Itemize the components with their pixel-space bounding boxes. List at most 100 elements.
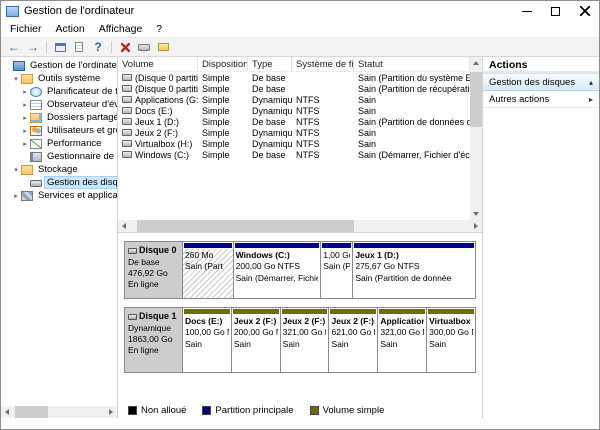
volume-icon [122,118,132,125]
actions-section-gestion-des-disques[interactable]: Gestion des disques ▴ [483,73,599,91]
table-row[interactable]: Jeux 2 (F:) Simple Dynamique NTFS Sain [118,127,470,138]
tree-horizontal-scrollbar[interactable] [1,406,117,418]
partition-block-recovery[interactable]: 1,00 Go Sain (Partitio [320,242,352,298]
disk-1-header[interactable]: Disque 1 Dynamique 1863,00 Go En ligne [125,308,183,372]
export-list-icon[interactable] [70,39,88,56]
scroll-track[interactable] [13,406,105,418]
expander-icon[interactable]: ▸ [20,101,30,109]
tree-item-label: Dossiers partagés [45,112,117,123]
legend-label: Partition principale [215,405,293,416]
tree-item-computer-management[interactable]: Gestion de l'ordinateur (local) [1,59,117,72]
menu-affichage[interactable]: Affichage [92,22,150,36]
tree-item-label: Gestion de l'ordinateur (local) [28,60,117,71]
legend-swatch-simple [310,406,319,415]
volume-disposition: Simple [198,150,248,160]
header-type[interactable]: Type [248,57,292,71]
minimize-button[interactable] [512,1,541,21]
partition-block-docs-e[interactable]: Docs (E:) 100,00 Go N Sain [183,308,231,372]
scroll-right-button[interactable] [470,220,482,232]
table-row[interactable]: Virtualbox (H:) Simple Dynamique NTFS Sa… [118,138,470,149]
scroll-down-button[interactable] [470,208,482,220]
scroll-left-button[interactable] [1,406,13,418]
disk-0-header[interactable]: Disque 0 De base 476,92 Go En ligne [125,242,183,298]
partition-size: 275,67 Go NTFS [355,261,473,272]
close-button[interactable] [570,1,599,21]
scroll-right-button[interactable] [105,406,117,418]
header-volume[interactable]: Volume [118,57,198,71]
partition-status: Sain [283,339,327,350]
scroll-track[interactable] [470,69,482,208]
tree-item-services-applications[interactable]: ▸ Services et applications [1,189,117,202]
volume-icon [122,140,132,147]
partition-block-jeux2-f-2[interactable]: Jeux 2 (F:) 321,00 Go N Sain [280,308,329,372]
scroll-thumb[interactable] [137,220,355,232]
partition-block-windows-c[interactable]: Windows (C:) 200,00 Go NTFS Sain (Démarr… [233,242,321,298]
tree-item-gestionnaire-peripheriques[interactable]: Gestionnaire de périph [1,150,117,163]
partition-block-applications-g[interactable]: Applications 321,00 Go N Sain [377,308,426,372]
forward-icon[interactable]: → [24,39,42,56]
header-systeme-fichiers[interactable]: Système de fichiers [292,57,354,71]
computer-icon [13,61,25,71]
tree-item-dossiers-partages[interactable]: ▸ Dossiers partagés [1,111,117,124]
title-bar[interactable]: Gestion de l'ordinateur [1,1,599,21]
volume-vertical-scrollbar[interactable] [470,57,482,220]
open-folder-icon[interactable] [154,39,172,56]
legend-label: Non alloué [141,405,186,416]
table-row[interactable]: (Disque 0 partition 1) Simple De base Sa… [118,72,470,83]
partition-block-virtualbox-h[interactable]: Virtualbox ( 300,00 Go NT Sain [426,308,475,372]
table-row[interactable]: Jeux 1 (D:) Simple De base NTFS Sain (Pa… [118,116,470,127]
scroll-left-button[interactable] [118,220,130,232]
tree-item-utilisateurs-groupes[interactable]: ▸ Utilisateurs et groupes l [1,124,117,137]
legend-item-non-alloue: Non alloué [128,405,186,416]
expander-icon[interactable]: ▸ [20,114,30,122]
expander-icon[interactable]: ▸ [20,88,30,96]
scroll-up-button[interactable] [470,57,482,69]
volume-name: Virtualbox (H:) [135,139,192,149]
red-x-glyph-icon [121,43,130,52]
maximize-button[interactable] [541,1,570,21]
menu-fichier[interactable]: Fichier [3,22,49,36]
partition-status: Sain [331,339,375,350]
tree-item-observateur-evenements[interactable]: ▸ Observateur d'événeme [1,98,117,111]
delete-volume-icon[interactable] [116,39,134,56]
menu-aide[interactable]: ? [149,22,169,36]
tree-item-stockage[interactable]: ▾ Stockage [1,163,117,176]
partition-block-jeux1-d[interactable]: Jeux 1 (D:) 275,67 Go NTFS Sain (Partiti… [352,242,475,298]
expander-icon[interactable]: ▸ [20,127,30,135]
expander-icon[interactable]: ▾ [11,166,21,174]
computer-management-window: Gestion de l'ordinateur Fichier Action A… [0,0,600,430]
partition-name: Virtualbox ( [429,316,473,327]
tree-item-gestion-des-disques[interactable]: Gestion des disques [1,176,117,189]
scroll-track[interactable] [130,220,470,232]
back-icon[interactable]: ← [5,39,23,56]
header-disposition[interactable]: Disposition [198,57,248,71]
partition-block-jeux2-f-3[interactable]: Jeux 2 (F:) 621,00 Go N Sain [328,308,377,372]
collapse-icon[interactable]: ▴ [585,78,593,87]
console-tree: Gestion de l'ordinateur (local) ▾ Outils… [1,57,117,406]
table-row[interactable]: Docs (E:) Simple Dynamique NTFS Sain [118,105,470,116]
header-statut[interactable]: Statut [354,57,470,71]
partition-block-jeux2-f-1[interactable]: Jeux 2 (F:) 200,00 Go N Sain [231,308,280,372]
tree-item-performance[interactable]: ▸ Performance [1,137,117,150]
expander-icon[interactable]: ▸ [11,192,21,200]
help-icon[interactable]: ? [89,39,107,56]
tree-item-outils-systeme[interactable]: ▾ Outils système [1,72,117,85]
menu-action[interactable]: Action [49,22,92,36]
disk-properties-icon[interactable] [135,39,153,56]
actions-item-autres-actions[interactable]: Autres actions ▸ [483,91,599,108]
partition-block-efi[interactable]: 260 Mo Sain (Part [183,242,233,298]
table-row[interactable]: (Disque 0 partition 4) Simple De base Sa… [118,83,470,94]
table-row[interactable]: Windows (C:) Simple De base NTFS Sain (D… [118,149,470,160]
scroll-thumb[interactable] [15,406,48,418]
submenu-icon[interactable]: ▸ [585,95,593,104]
scroll-thumb[interactable] [470,72,482,128]
volume-horizontal-scrollbar[interactable] [118,220,482,232]
main-content: Gestion de l'ordinateur (local) ▾ Outils… [1,57,599,418]
tree-item-planificateur-taches[interactable]: ▸ Planificateur de tâches [1,85,117,98]
toolbar-separator [111,41,112,53]
table-row[interactable]: Applications (G:) Simple Dynamique NTFS … [118,94,470,105]
console-tree-icon[interactable] [51,39,69,56]
expander-icon[interactable]: ▾ [11,75,21,83]
volume-statut: Sain (Démarrer, Fichier d'échange, Vid [354,150,470,160]
expander-icon[interactable]: ▸ [20,140,30,148]
